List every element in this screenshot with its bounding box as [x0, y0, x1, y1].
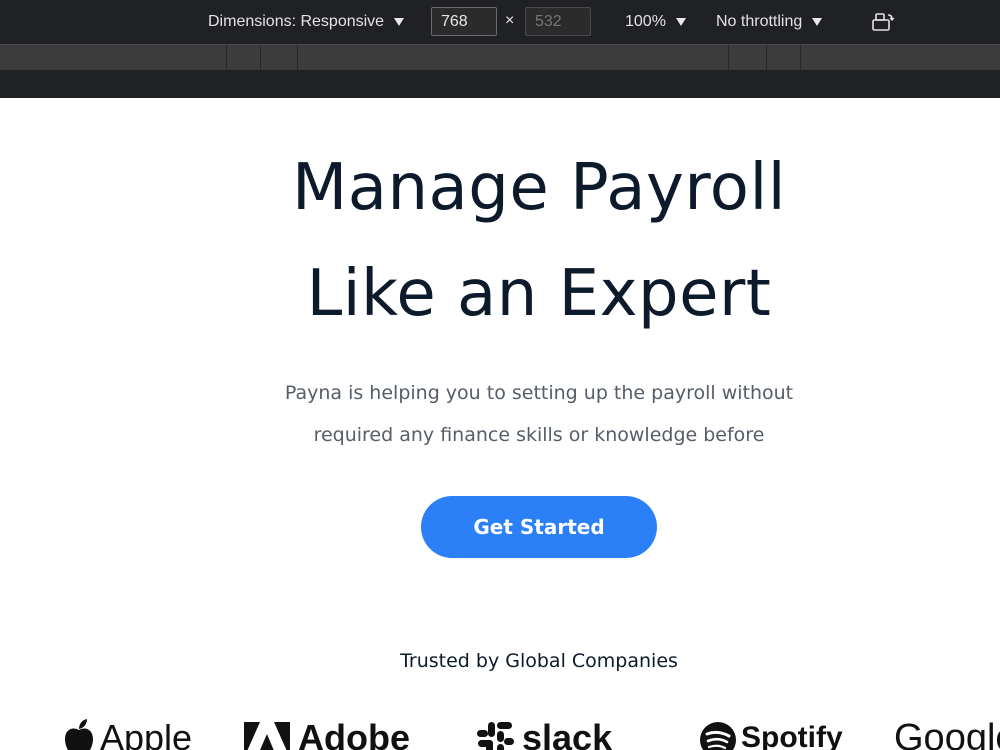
hero-subtitle-line2: required any finance skills or knowledge… [313, 424, 765, 446]
hero-subtitle-line1: Payna is helping you to setting up the p… [284, 382, 794, 404]
hero-title-line1: Manage Payroll [292, 151, 786, 225]
trusted-heading: Trusted by Global Companies [400, 650, 678, 672]
media-query-ruler[interactable] [0, 44, 1000, 71]
adobe-icon [244, 722, 290, 750]
viewport-top-edge [0, 70, 1000, 98]
zoom-label: 100% [625, 13, 666, 30]
logo-google-text: Google [894, 717, 1000, 750]
zoom-dropdown[interactable]: 100% [625, 0, 686, 44]
chevron-down-icon [675, 18, 686, 26]
chevron-down-icon [812, 18, 823, 26]
width-input[interactable] [431, 7, 497, 36]
logo-apple-text: Apple [100, 717, 193, 750]
rotate-device-icon [872, 13, 895, 31]
logo-slack: slack [474, 716, 612, 750]
logo-spotify: Spotify [698, 716, 843, 750]
apple-icon [65, 719, 93, 750]
hero-title-line2: Like an Expert [306, 257, 772, 331]
chevron-down-icon [394, 18, 405, 26]
logo-adobe-text: Adobe [298, 717, 410, 750]
throttling-dropdown[interactable]: No throttling [716, 0, 823, 44]
throttling-label: No throttling [716, 13, 803, 30]
hero-title: Manage Payroll Like an Expert [0, 135, 1000, 347]
times-separator: × [505, 12, 515, 29]
device-toolbar: Dimensions: Responsive × 100% No throttl… [0, 0, 1000, 44]
hero-subtitle: Payna is helping you to setting up the p… [0, 372, 1000, 456]
slack-icon [477, 722, 514, 750]
logo-google: Google [894, 716, 1000, 750]
logo-spotify-text: Spotify [741, 721, 843, 750]
spotify-icon [700, 722, 736, 750]
rotate-device-button[interactable] [871, 0, 895, 44]
height-input[interactable] [525, 7, 591, 36]
logo-adobe: Adobe [244, 716, 410, 750]
get-started-button[interactable]: Get Started [421, 496, 657, 558]
dimensions-dropdown[interactable]: Dimensions: Responsive [208, 0, 405, 44]
dimensions-label: Dimensions: Responsive [208, 13, 385, 30]
logo-apple: Apple [62, 716, 192, 750]
logo-slack-text: slack [522, 717, 613, 750]
